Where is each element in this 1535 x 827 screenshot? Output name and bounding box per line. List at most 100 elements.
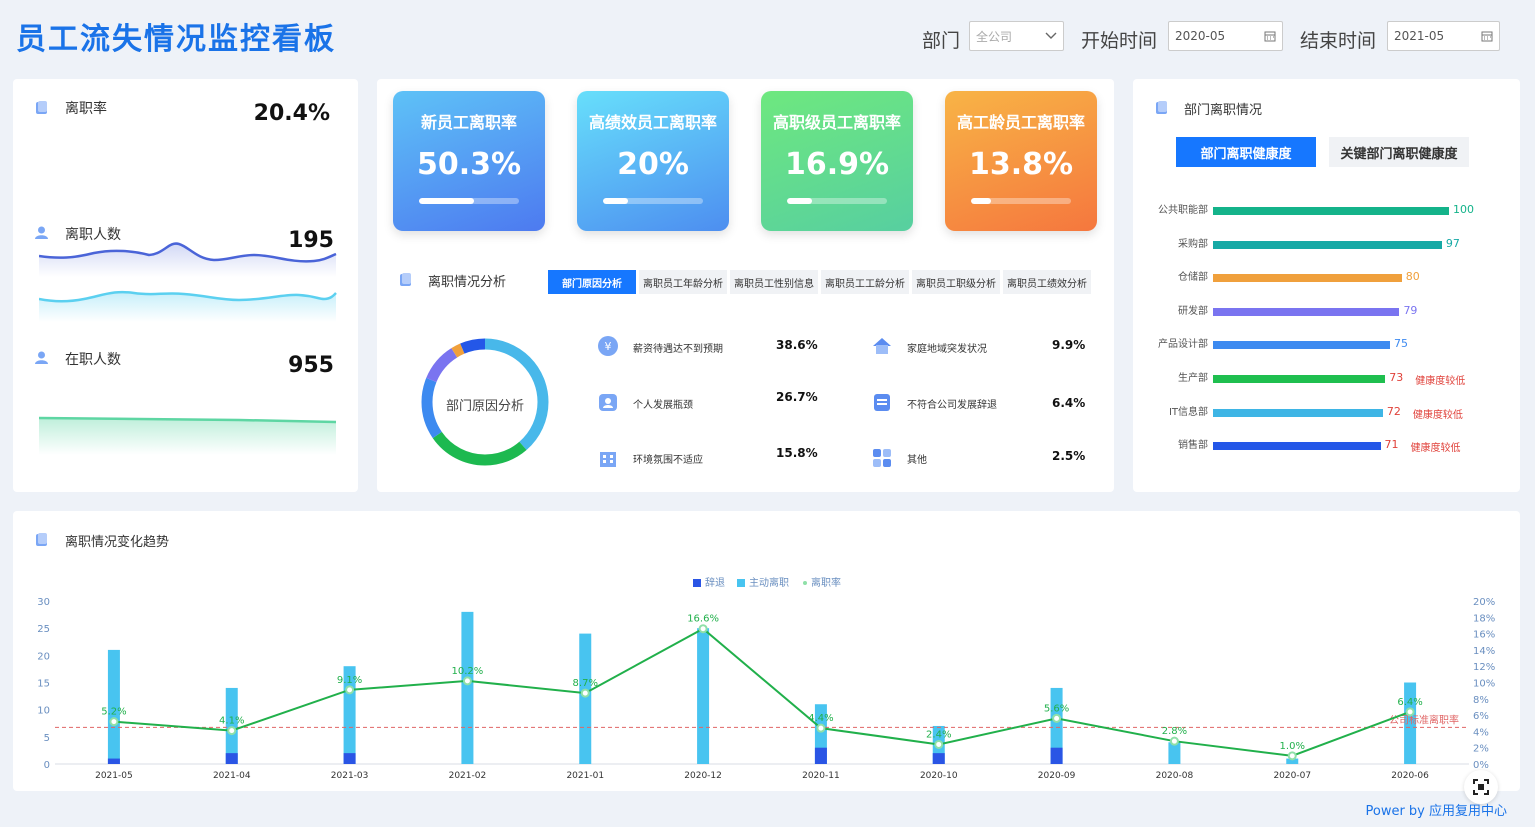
tab-rank[interactable]: 离职员工职级分析 bbox=[912, 270, 1000, 294]
reason-label: 其他 bbox=[907, 455, 927, 466]
rate-point bbox=[109, 717, 119, 727]
x-tick-label: 2021-04 bbox=[213, 771, 251, 781]
kpi-label: 高职级员工离职率 bbox=[772, 113, 901, 132]
dept-bar[interactable] bbox=[1213, 240, 1442, 249]
dept-name: IT信息部 bbox=[1168, 406, 1208, 418]
y2-tick-label: 4% bbox=[1473, 727, 1489, 738]
fullscreen-button[interactable] bbox=[1464, 770, 1498, 804]
dept-warning: 健康度较低 bbox=[1410, 443, 1461, 455]
dept-name: 生产部 bbox=[1178, 373, 1208, 384]
x-tick-label: 2020-08 bbox=[1156, 771, 1194, 781]
rate-label: 10.2% bbox=[452, 666, 484, 677]
rate-label: 1.0% bbox=[1280, 741, 1305, 752]
dept-title: 部门离职情况 bbox=[1184, 103, 1263, 118]
kpi-high-tenure[interactable]: 高工龄员工离职率 13.8% bbox=[945, 91, 1097, 231]
tab-key-dept-health[interactable]: 关键部门离职健康度 bbox=[1329, 137, 1469, 167]
dept-value: 79 bbox=[1403, 303, 1418, 317]
reason-value: 26.7% bbox=[776, 390, 818, 404]
rate-label: 16.6% bbox=[687, 614, 719, 625]
dept-value: 71 bbox=[1384, 438, 1399, 452]
x-tick-label: 2020-07 bbox=[1273, 771, 1311, 781]
tab-performance[interactable]: 离职员工绩效分析 bbox=[1003, 270, 1091, 294]
rate-point bbox=[462, 676, 472, 686]
rate-label: 5.6% bbox=[1044, 703, 1069, 714]
kpi-high-performance[interactable]: 高绩效员工离职率 20% bbox=[577, 91, 729, 231]
kpi-label: 高工龄员工离职率 bbox=[956, 113, 1085, 132]
kpi-label: 高绩效员工离职率 bbox=[588, 113, 717, 132]
start-time-label: 开始时间 bbox=[1081, 30, 1158, 52]
bar-voluntary bbox=[697, 628, 710, 764]
dept-bar[interactable] bbox=[1213, 408, 1383, 417]
kpi-progress bbox=[971, 198, 1071, 204]
y-tick-label: 30 bbox=[37, 597, 50, 608]
leave-count-sparkline bbox=[39, 290, 337, 322]
x-tick-label: 2020-06 bbox=[1391, 771, 1429, 781]
y-tick-label: 10 bbox=[37, 706, 50, 717]
x-tick-label: 2021-03 bbox=[331, 771, 369, 781]
y2-tick-label: 20% bbox=[1473, 597, 1495, 608]
rate-label: 2.8% bbox=[1162, 726, 1187, 737]
rate-label: 5.2% bbox=[101, 707, 126, 718]
legend-rate: 离职率 bbox=[811, 576, 841, 589]
home-icon bbox=[873, 338, 891, 354]
tab-age[interactable]: 离职员工年龄分析 bbox=[639, 270, 727, 294]
dept-name: 采购部 bbox=[1178, 238, 1208, 250]
analysis-tabs: 部门原因分析 离职员工年龄分析 离职员工性别信息 离职员工工龄分析 离职员工职级… bbox=[548, 270, 1091, 294]
reason-value: 2.5% bbox=[1052, 449, 1086, 463]
bar-voluntary bbox=[461, 611, 474, 764]
tab-dept-reason[interactable]: 部门原因分析 bbox=[548, 270, 636, 294]
kpi-value: 13.8% bbox=[968, 147, 1074, 182]
metrics-card: 离职率 20.4% 离职人数 195 在职人数 955 bbox=[13, 79, 358, 492]
trend-chart[interactable]: 0510152025300%2%4%6%8%10%12%14%16%18%20%… bbox=[13, 511, 1520, 791]
bar-dismiss bbox=[343, 753, 356, 764]
rate-point bbox=[227, 726, 237, 736]
kpi-progress bbox=[419, 198, 519, 204]
chevron-down-icon bbox=[1045, 32, 1057, 39]
y-tick-label: 15 bbox=[37, 679, 50, 690]
end-time-input[interactable]: 2021-05 bbox=[1387, 21, 1500, 51]
user-icon bbox=[35, 351, 48, 364]
kpi-high-rank[interactable]: 高职级员工离职率 16.9% bbox=[761, 91, 913, 231]
y2-tick-label: 12% bbox=[1473, 662, 1495, 673]
tab-tenure[interactable]: 离职员工工龄分析 bbox=[821, 270, 909, 294]
reason-label: 薪资待遇达不到预期 bbox=[633, 344, 723, 355]
book-icon bbox=[400, 273, 411, 286]
dept-bar[interactable] bbox=[1213, 307, 1400, 316]
bar-dismiss bbox=[814, 747, 827, 764]
reason-label: 不符合公司发展辞退 bbox=[907, 400, 997, 411]
tab-dept-health[interactable]: 部门离职健康度 bbox=[1176, 137, 1316, 167]
kpi-progress bbox=[787, 198, 887, 204]
book-icon bbox=[1156, 101, 1167, 114]
dept-bar[interactable] bbox=[1213, 341, 1390, 350]
dept-bar[interactable] bbox=[1213, 375, 1386, 383]
legend-dismiss: 辞退 bbox=[705, 576, 725, 589]
y2-tick-label: 6% bbox=[1473, 711, 1489, 722]
dept-card: 部门离职情况 部门离职健康度 关键部门离职健康度 公共职能部 100 采购部 97 仓储… bbox=[1133, 79, 1520, 492]
tab-gender[interactable]: 离职员工性别信息 bbox=[730, 270, 818, 294]
powered-by: Power by 应用复用中心 bbox=[1365, 804, 1507, 819]
start-time-input[interactable]: 2020-05 bbox=[1168, 21, 1283, 51]
rate-value: 20.4% bbox=[253, 101, 330, 126]
rate-point bbox=[698, 624, 708, 634]
user-icon bbox=[35, 226, 48, 239]
y2-tick-label: 10% bbox=[1473, 679, 1495, 690]
kpi-value: 50.3% bbox=[416, 147, 522, 182]
x-tick-label: 2020-11 bbox=[802, 771, 840, 781]
dept-warning: 健康度较低 bbox=[1415, 376, 1466, 387]
fullscreen-icon bbox=[1473, 779, 1489, 795]
rate-point bbox=[345, 685, 355, 695]
rate-line bbox=[113, 627, 1411, 757]
y-tick-label: 5 bbox=[44, 733, 50, 744]
dept-bar[interactable] bbox=[1213, 442, 1381, 451]
dept-select[interactable]: 全公司 bbox=[969, 21, 1064, 51]
kpi-new-employee[interactable]: 新员工离职率 50.3% bbox=[393, 91, 545, 231]
dept-value: 100 bbox=[1453, 203, 1474, 216]
dept-bar[interactable] bbox=[1213, 207, 1449, 215]
rate-label: 4.4% bbox=[808, 713, 833, 724]
rate-point bbox=[816, 723, 826, 733]
book-icon bbox=[36, 101, 47, 114]
analysis-card: 新员工离职率 50.3% 高绩效员工离职率 20% 高职级员工离职率 16.9%… bbox=[377, 79, 1114, 492]
start-time-value: 2020-05 bbox=[1175, 29, 1226, 43]
dept-value: 72 bbox=[1386, 404, 1401, 418]
dept-bar[interactable] bbox=[1213, 274, 1402, 283]
